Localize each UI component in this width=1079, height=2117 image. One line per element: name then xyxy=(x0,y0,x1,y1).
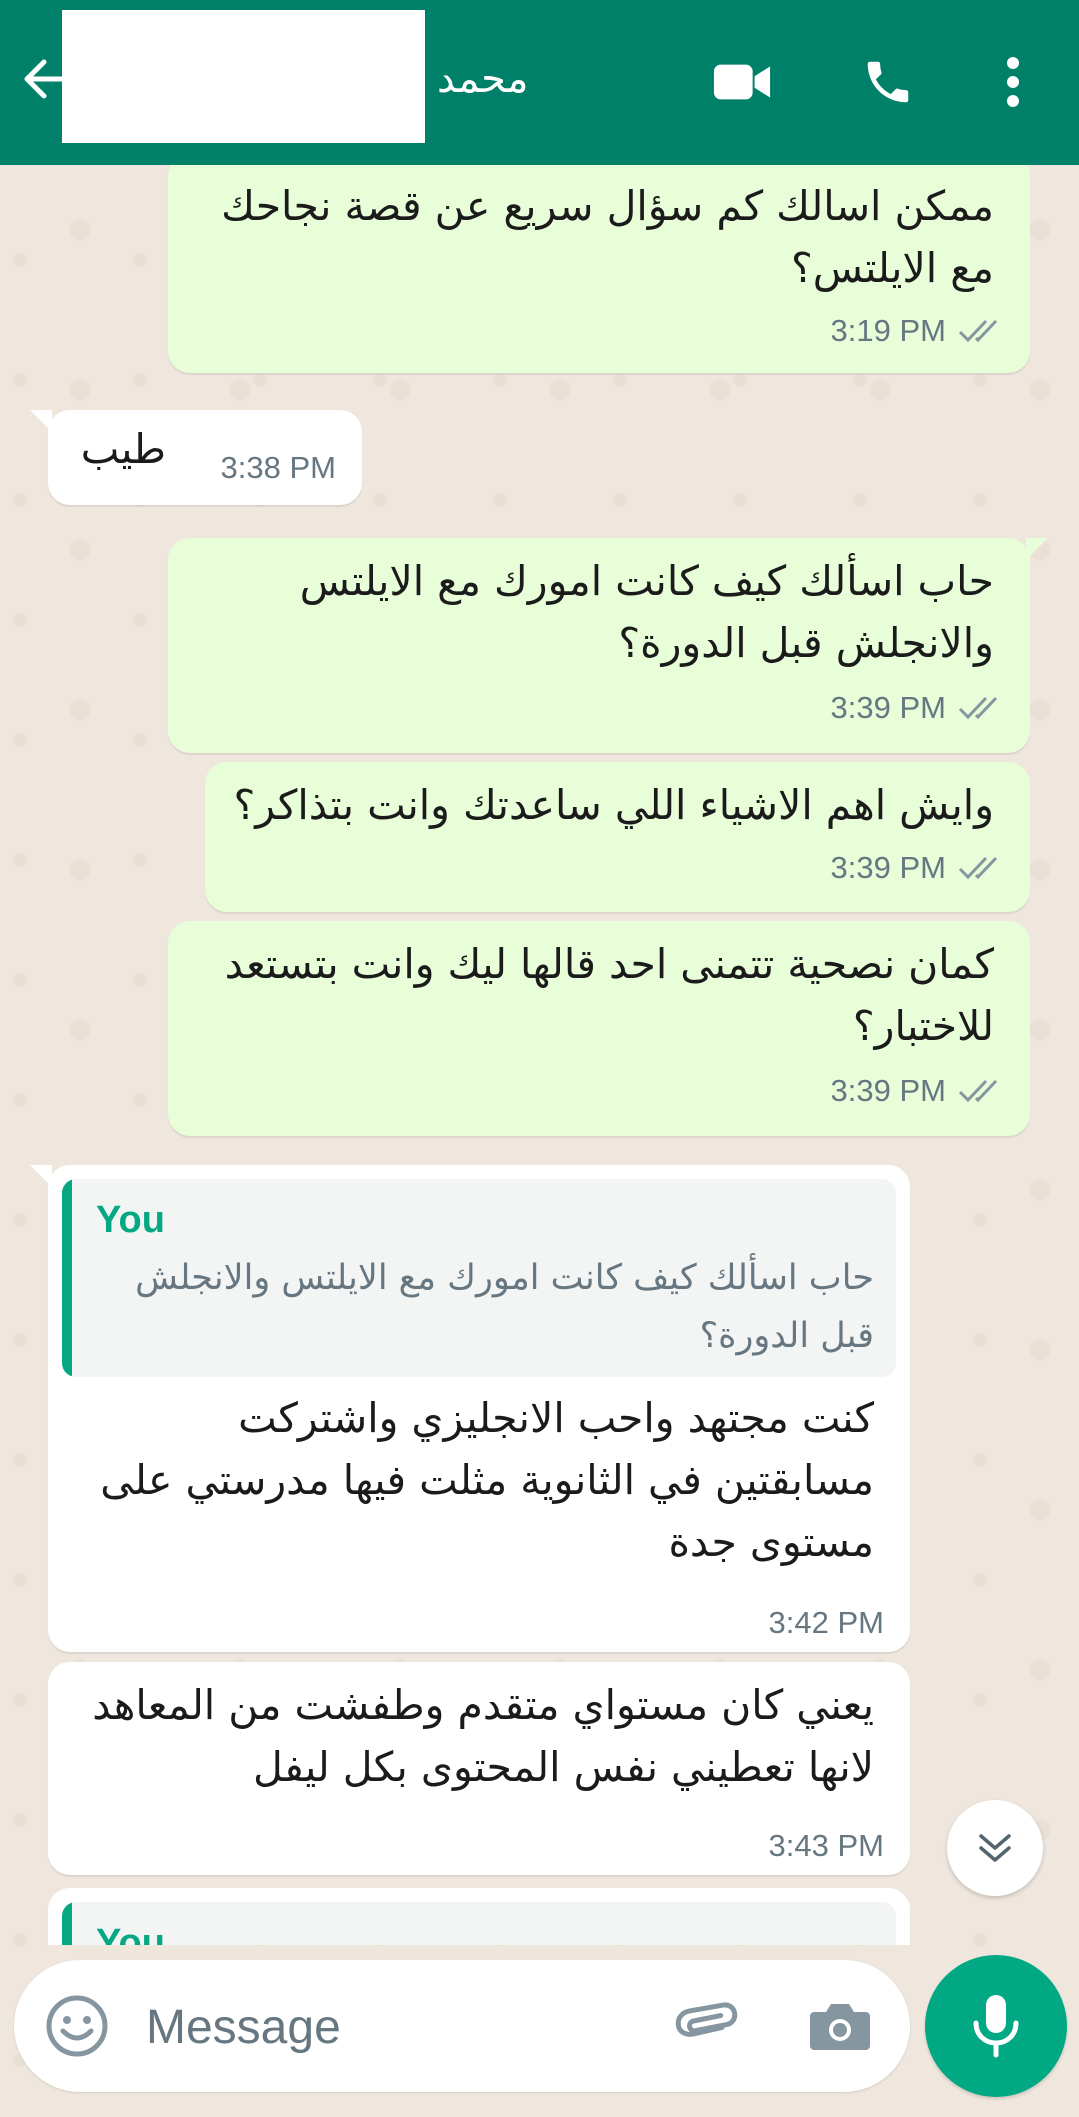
message-meta: 3:19 PM xyxy=(831,313,1004,349)
message-text: ممكن اسالك كم سؤال سريع عن قصة نجاحك مع … xyxy=(221,182,994,292)
message-meta: 3:39 PM xyxy=(831,1073,1004,1109)
message-bubble-incoming[interactable]: You xyxy=(48,1888,910,1945)
read-receipt-icon xyxy=(958,319,998,343)
message-input[interactable] xyxy=(144,1988,668,2066)
message-composer xyxy=(14,1960,910,2092)
message-meta: 3:38 PM xyxy=(221,450,336,486)
message-meta: 3:42 PM xyxy=(769,1605,884,1641)
read-receipt-icon xyxy=(958,1079,998,1103)
message-time: 3:19 PM xyxy=(830,313,946,348)
quote-accent-bar xyxy=(62,1179,72,1377)
voice-message-button[interactable] xyxy=(925,1955,1067,2097)
message-text: كمان نصحية تتمنى احد قالها ليك وانت بتست… xyxy=(224,940,994,1050)
message-time: 3:39 PM xyxy=(830,850,946,885)
message-time: 3:38 PM xyxy=(220,450,336,485)
attachment-icon[interactable] xyxy=(670,1990,742,2062)
camera-icon[interactable] xyxy=(804,1990,876,2062)
message-bubble-outgoing[interactable]: حاب اسألك كيف كانت امورك مع الايلتس والا… xyxy=(168,538,1048,753)
message-text: وايش اهم الاشياء اللي ساعدتك وانت بتذاكر… xyxy=(233,781,994,829)
scroll-to-bottom-button[interactable] xyxy=(947,1800,1043,1896)
read-receipt-icon xyxy=(958,856,998,880)
bubble-tail xyxy=(30,1165,52,1187)
message-meta: 3:39 PM xyxy=(831,690,1004,726)
chat-header: محمد xyxy=(0,0,1079,165)
message-bubble-incoming[interactable]: طيب 3:38 PM xyxy=(30,410,362,505)
message-text: حاب اسألك كيف كانت امورك مع الايلتس والا… xyxy=(299,557,994,667)
message-text: يعني كان مستواي متقدم وطفشت من المعاهد ل… xyxy=(92,1681,874,1791)
quoted-message[interactable]: You حاب اسألك كيف كانت امورك مع الايلتس … xyxy=(62,1179,896,1377)
quoted-message[interactable]: You xyxy=(62,1902,896,1945)
bubble-tail xyxy=(1026,538,1048,560)
message-meta: 3:43 PM xyxy=(769,1828,884,1864)
message-time: 3:43 PM xyxy=(768,1828,884,1863)
message-meta: 3:39 PM xyxy=(831,850,1004,886)
contact-name[interactable]: محمد xyxy=(437,52,528,106)
message-list[interactable]: ممكن اسالك كم سؤال سريع عن قصة نجاحك مع … xyxy=(0,165,1079,1945)
voice-call-icon xyxy=(867,61,909,103)
more-options-button[interactable] xyxy=(983,52,1043,112)
message-bubble-outgoing[interactable]: ممكن اسالك كم سؤال سريع عن قصة نجاحك مع … xyxy=(168,165,1030,373)
bubble-tail xyxy=(30,410,52,432)
quote-text: حاب اسألك كيف كانت امورك مع الايلتس والا… xyxy=(135,1258,874,1356)
quote-author: You xyxy=(96,1199,165,1241)
message-bubble-incoming[interactable]: You حاب اسألك كيف كانت امورك مع الايلتس … xyxy=(30,1165,910,1652)
quote-accent-bar xyxy=(62,1902,72,1945)
video-call-icon xyxy=(713,64,771,100)
redacted-contact-info[interactable] xyxy=(62,10,425,143)
quote-author: You xyxy=(96,1922,165,1945)
voice-call-button[interactable] xyxy=(858,52,918,112)
message-time: 3:39 PM xyxy=(830,690,946,725)
message-text: طيب xyxy=(80,425,166,473)
message-time: 3:39 PM xyxy=(830,1073,946,1108)
microphone-icon xyxy=(973,1995,1019,2058)
message-text: كنت مجتهد واحب الانجليزي واشتركت مسابقتي… xyxy=(100,1394,874,1566)
message-bubble-incoming[interactable]: يعني كان مستواي متقدم وطفشت من المعاهد ل… xyxy=(48,1662,910,1875)
message-bubble-outgoing[interactable]: كمان نصحية تتمنى احد قالها ليك وانت بتست… xyxy=(168,921,1030,1136)
message-time: 3:42 PM xyxy=(768,1605,884,1640)
video-call-button[interactable] xyxy=(712,52,772,112)
read-receipt-icon xyxy=(958,696,998,720)
more-options-icon xyxy=(1007,57,1019,107)
double-chevron-down-icon xyxy=(979,1834,1011,1862)
message-bubble-outgoing[interactable]: وايش اهم الاشياء اللي ساعدتك وانت بتذاكر… xyxy=(205,762,1030,912)
emoji-icon[interactable] xyxy=(44,1993,110,2059)
